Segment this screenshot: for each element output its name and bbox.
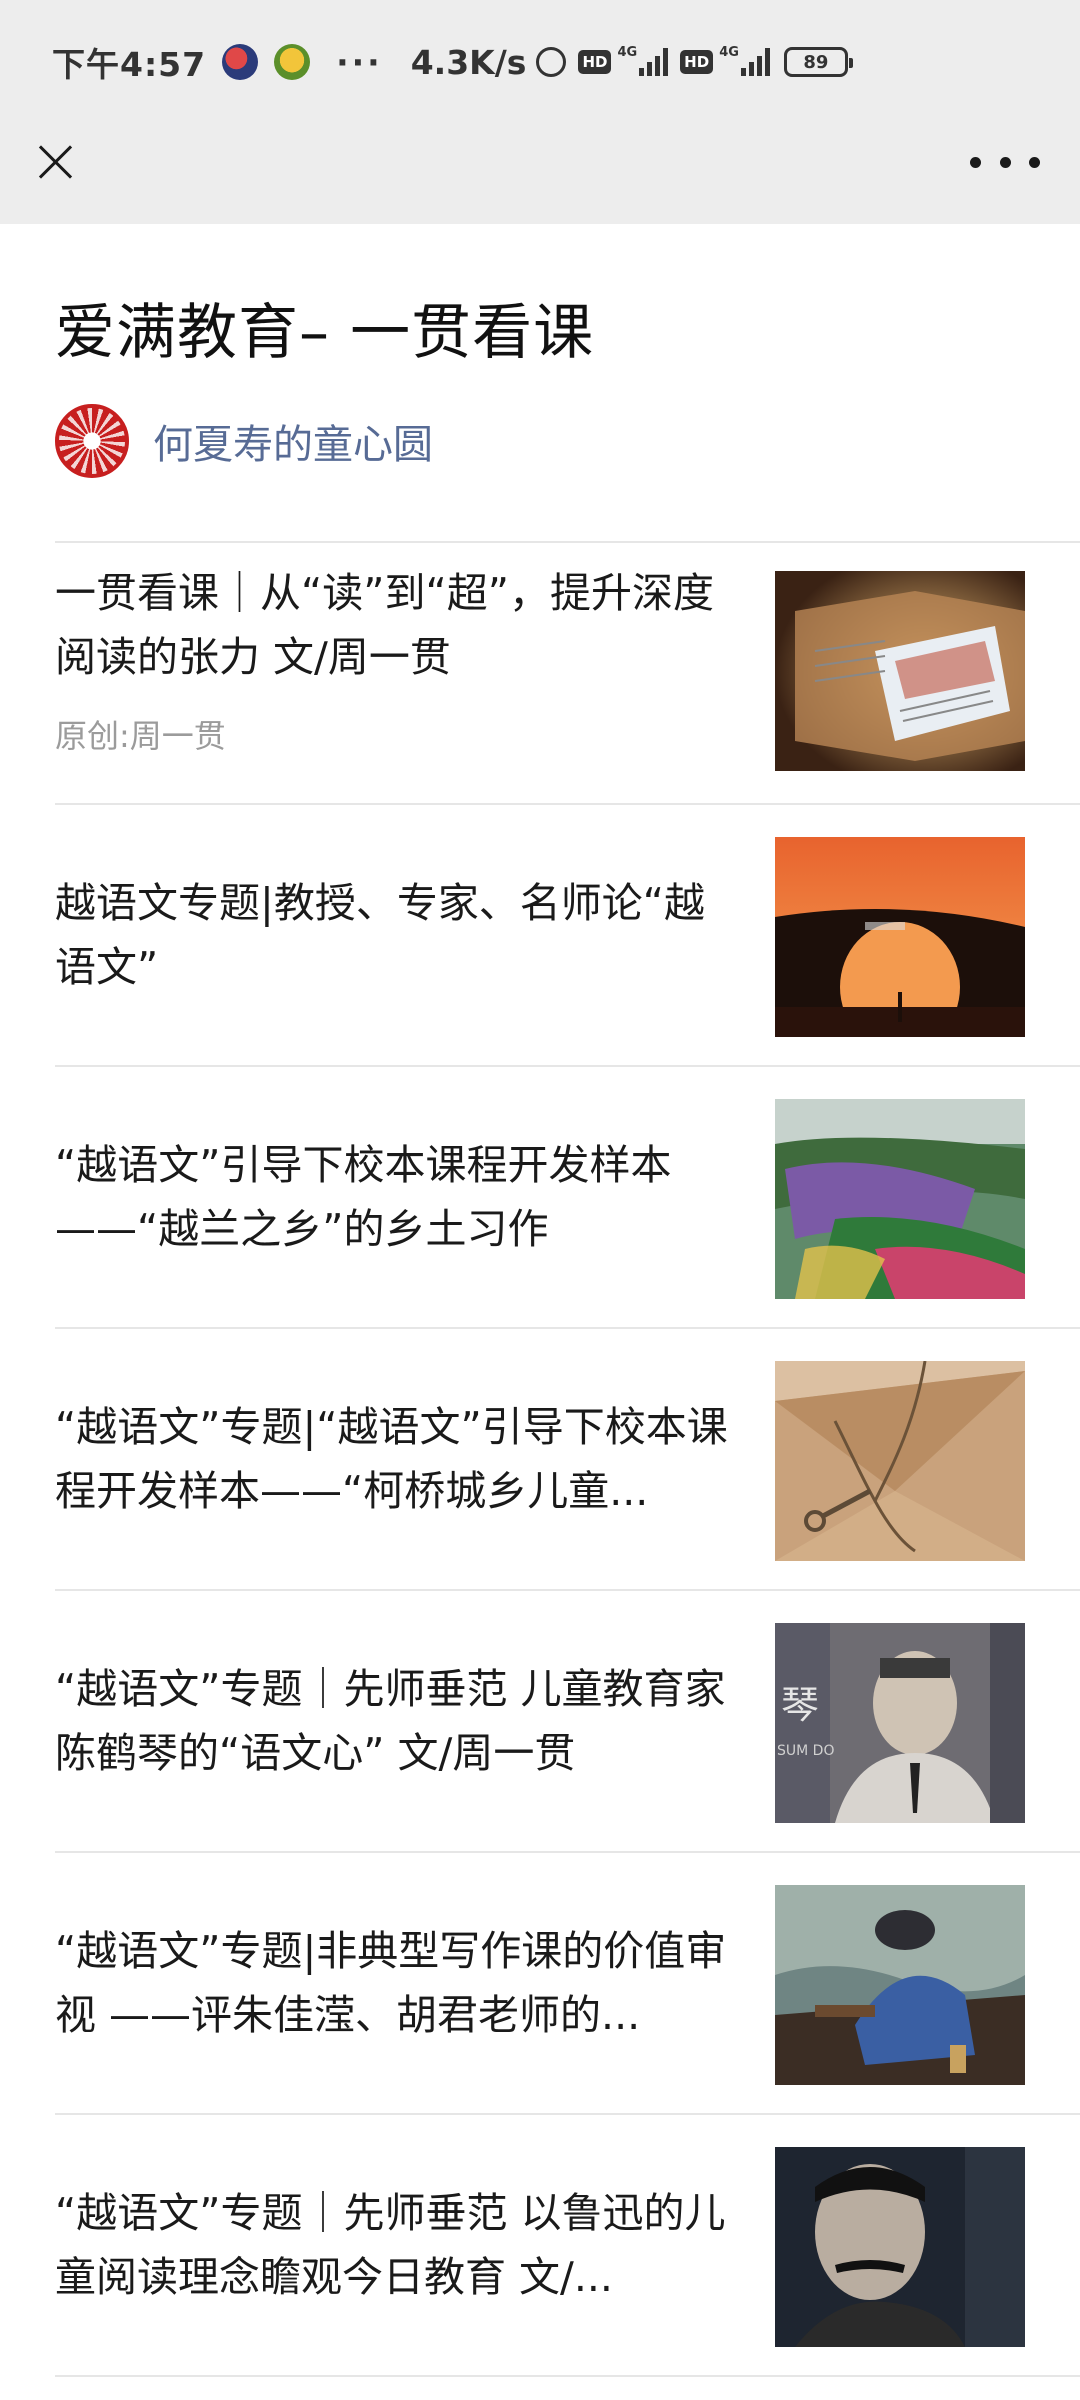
open-book-image[interactable] bbox=[775, 571, 1025, 771]
network-speed: 4.3K/s bbox=[410, 42, 527, 82]
article-item[interactable]: “越语文”引导下校本课程开发样本——“越兰之乡”的乡土习作 bbox=[55, 1065, 1080, 1325]
status-bar: 下午4:57 ··· 4.3K/s HD 4G HD 4G 89 bbox=[0, 0, 1080, 124]
account-name[interactable]: 何夏寿的童心圆 bbox=[153, 412, 433, 470]
portrait-char: 琴 bbox=[781, 1683, 819, 1727]
account-link[interactable]: 何夏寿的童心圆 bbox=[55, 404, 433, 478]
article-item[interactable]: “越语文”专题｜先师垂范 儿童教育家陈鹤琴的“语文心” 文/周一贯 琴 SUM … bbox=[55, 1589, 1080, 1849]
article-item[interactable]: “越语文”专题|非典型写作课的价值审视 ——评朱佳滢、胡君老师的... bbox=[55, 1851, 1080, 2111]
list-divider bbox=[55, 2375, 1080, 2377]
article-title[interactable]: “越语文”专题｜先师垂范 儿童教育家陈鹤琴的“语文心” 文/周一贯 bbox=[55, 1591, 745, 1851]
hd-icon: HD bbox=[680, 50, 714, 74]
article-title[interactable]: “越语文”引导下校本课程开发样本——“越兰之乡”的乡土习作 bbox=[55, 1067, 745, 1327]
network-type: 4G bbox=[617, 44, 638, 60]
stone-bridge-sunset-image[interactable] bbox=[775, 837, 1025, 1037]
fisherman-boat-image[interactable] bbox=[775, 1885, 1025, 2085]
article-source: 原创:周一贯 bbox=[55, 717, 226, 755]
article-title[interactable]: 一贯看课｜从“读”到“超”，提升深度阅读的张力 文/周一贯 bbox=[55, 561, 745, 689]
portrait-caption: SUM DO bbox=[777, 1743, 834, 1759]
flower-fields-image[interactable] bbox=[775, 1099, 1025, 1299]
battery-icon: 89 bbox=[783, 47, 853, 77]
page-title: 爱满教育– 一贯看课 bbox=[55, 298, 595, 368]
nav-bar bbox=[0, 124, 1080, 224]
top-bar: 下午4:57 ··· 4.3K/s HD 4G HD 4G 89 bbox=[0, 0, 1080, 224]
account-avatar[interactable] bbox=[55, 404, 129, 478]
article-title[interactable]: “越语文”专题｜先师垂范 以鲁迅的儿童阅读理念瞻观今日教育 文/... bbox=[55, 2115, 745, 2375]
close-icon[interactable] bbox=[30, 136, 82, 188]
app-notification-icon bbox=[274, 44, 311, 80]
envelope-key-image[interactable] bbox=[775, 1361, 1025, 1561]
article-item[interactable]: “越语文”专题|“越语文”引导下校本课程开发样本——“柯桥城乡儿童... bbox=[55, 1327, 1080, 1587]
article-item[interactable]: 越语文专题|教授、专家、名师论“越语文” bbox=[55, 803, 1080, 1063]
network-type: 4G bbox=[719, 44, 739, 60]
more-notifications-indicator: ··· bbox=[336, 42, 383, 82]
signal-icon bbox=[639, 48, 669, 76]
article-title[interactable]: “越语文”专题|“越语文”引导下校本课程开发样本——“柯桥城乡儿童... bbox=[55, 1329, 745, 1589]
article-item[interactable]: 一贯看课｜从“读”到“超”，提升深度阅读的张力 文/周一贯 原创:周一贯 bbox=[55, 541, 1080, 801]
portrait-image[interactable]: 琴 SUM DO bbox=[775, 1623, 1025, 1823]
hd-icon: HD bbox=[578, 50, 612, 74]
signal-icon bbox=[740, 48, 770, 76]
alarm-icon bbox=[536, 47, 567, 77]
app-notification-icon bbox=[222, 44, 259, 80]
article-item[interactable]: “越语文”专题｜先师垂范 以鲁迅的儿童阅读理念瞻观今日教育 文/... bbox=[55, 2113, 1080, 2373]
lu-xun-portrait-image[interactable] bbox=[775, 2147, 1025, 2347]
status-time: 下午4:57 bbox=[52, 45, 207, 84]
article-title[interactable]: “越语文”专题|非典型写作课的价值审视 ——评朱佳滢、胡君老师的... bbox=[55, 1853, 745, 2113]
more-options-icon[interactable] bbox=[970, 152, 1040, 172]
article-title[interactable]: 越语文专题|教授、专家、名师论“越语文” bbox=[55, 805, 745, 1065]
